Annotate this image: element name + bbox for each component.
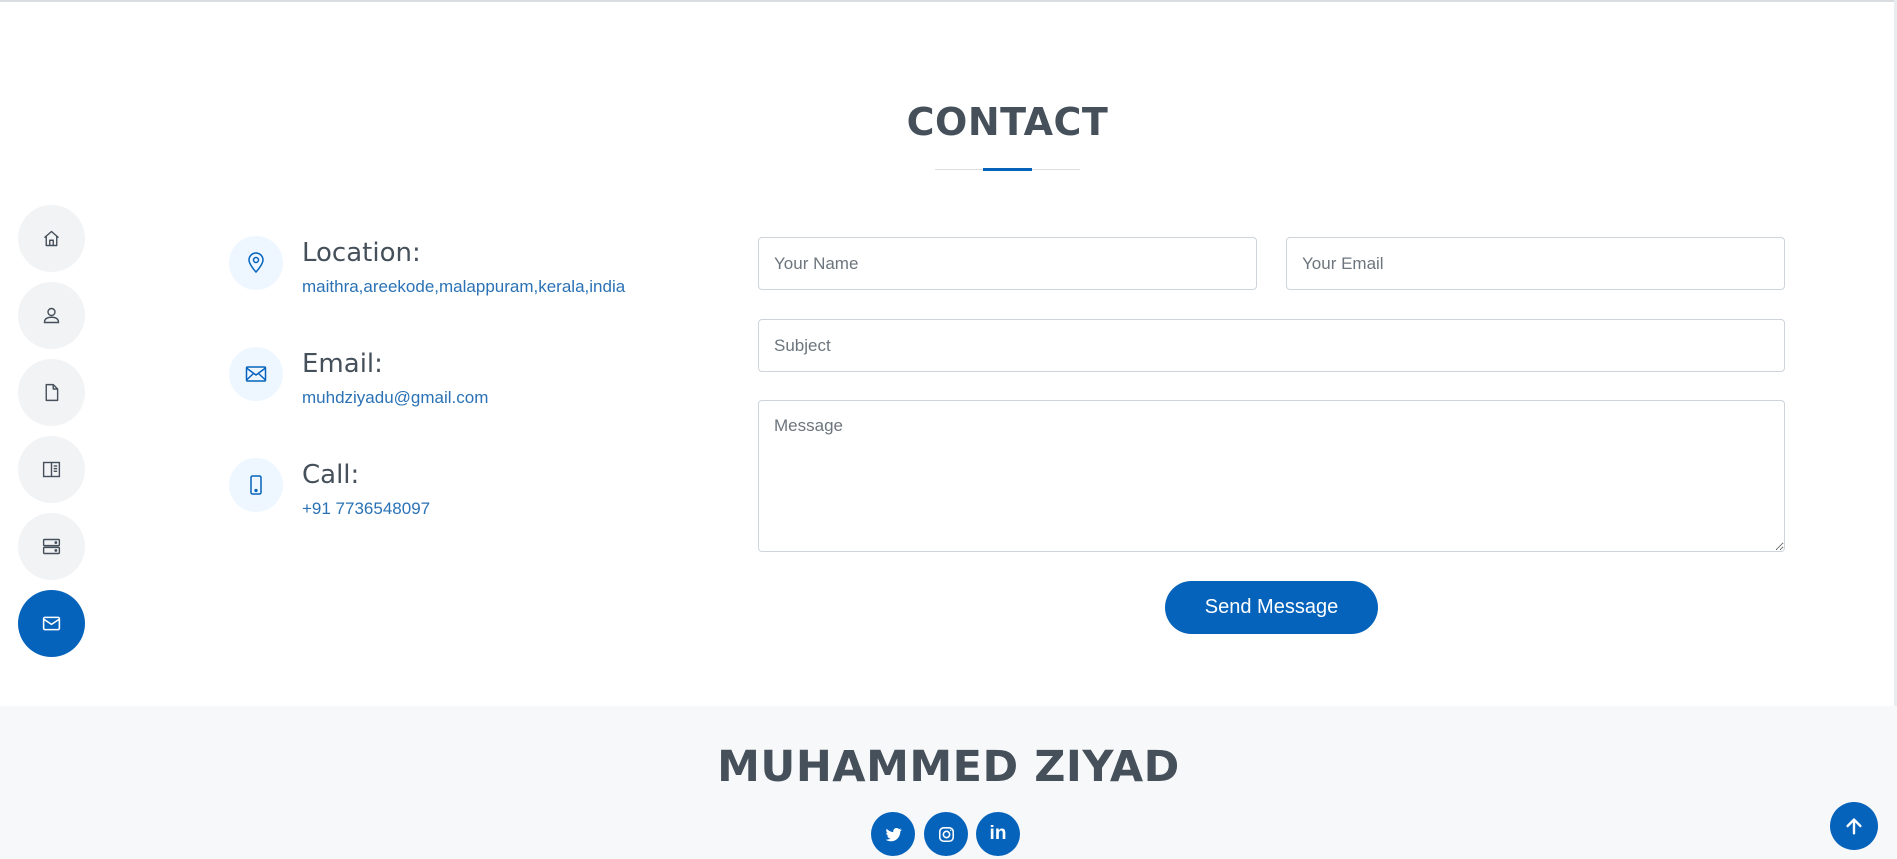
title-accent-bar — [983, 168, 1032, 171]
map-pin-icon — [248, 252, 264, 274]
send-message-button[interactable]: Send Message — [1165, 581, 1378, 634]
section-title: CONTACT — [906, 100, 1109, 144]
info-title: Call: — [302, 460, 360, 490]
phone-icon-circle — [229, 458, 283, 512]
instagram-icon — [938, 826, 954, 842]
info-title: Email: — [302, 349, 383, 379]
email-icon-circle — [229, 347, 283, 401]
twitter-link[interactable] — [871, 812, 915, 856]
nav-about[interactable] — [18, 282, 85, 349]
nav-home[interactable] — [18, 205, 85, 272]
email-input[interactable] — [1286, 237, 1785, 290]
phone-icon — [250, 475, 262, 495]
twitter-icon — [885, 827, 902, 841]
server-icon — [42, 538, 61, 555]
email-link[interactable]: muhdziyadu@gmail.com — [302, 388, 488, 408]
page: CONTACT Location: maithra,areekode,malap… — [0, 0, 1897, 859]
subject-input[interactable] — [758, 319, 1785, 372]
home-icon — [44, 230, 59, 247]
location-text: maithra,areekode,malappuram,kerala,india — [302, 277, 626, 296]
top-divider — [0, 0, 1897, 2]
footer: MUHAMMED ZIYAD in — [0, 706, 1897, 859]
info-title: Location: — [302, 238, 421, 268]
back-to-top-button[interactable] — [1830, 802, 1878, 850]
location-icon-circle — [229, 236, 283, 290]
nav-contact[interactable] — [18, 590, 85, 657]
file-icon — [45, 383, 59, 402]
footer-name: MUHAMMED ZIYAD — [717, 742, 1180, 792]
nav-services[interactable] — [18, 513, 85, 580]
person-icon — [43, 307, 60, 324]
book-icon — [42, 461, 61, 478]
linkedin-icon: in — [989, 823, 1007, 844]
linkedin-link[interactable]: in — [976, 812, 1020, 856]
phone-link[interactable]: +91 7736548097 — [302, 499, 430, 519]
arrow-up-icon — [1846, 818, 1862, 835]
envelope-icon — [42, 616, 61, 631]
nav-portfolio[interactable] — [18, 436, 85, 503]
envelope-icon — [245, 366, 267, 382]
nav-resume[interactable] — [18, 359, 85, 426]
message-textarea[interactable] — [758, 400, 1785, 552]
name-input[interactable] — [758, 237, 1257, 290]
instagram-link[interactable] — [924, 812, 968, 856]
